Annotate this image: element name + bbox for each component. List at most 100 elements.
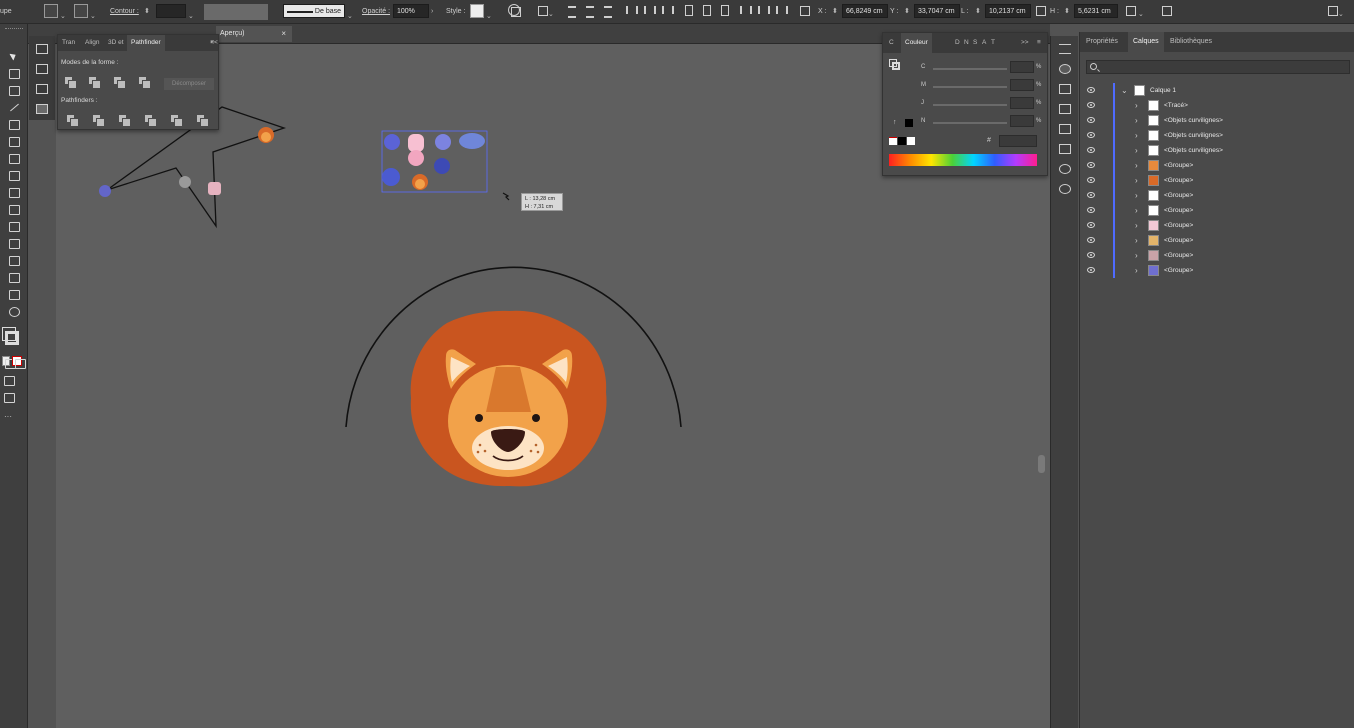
tab-transform[interactable]: Tran (62, 35, 75, 51)
expand-chevron-icon[interactable]: › (1135, 99, 1138, 112)
visibility-eye-icon[interactable] (1087, 117, 1095, 123)
isolate-icon[interactable] (1160, 4, 1172, 20)
visibility-eye-icon[interactable] (1087, 207, 1095, 213)
divide-button[interactable] (67, 115, 79, 127)
visibility-eye-icon[interactable] (1087, 237, 1095, 243)
layer-name[interactable]: <Groupe> (1164, 158, 1193, 173)
panel-collapse-button[interactable]: << ≡ (210, 35, 218, 51)
layer-row[interactable]: › <Tracé> (1080, 98, 1354, 113)
hippo-icon[interactable] (435, 134, 451, 150)
channel-n-slider[interactable] (933, 122, 1007, 124)
layer-name[interactable]: <Objets curvilignes> (1164, 128, 1223, 143)
tab-align[interactable]: Align (85, 35, 99, 51)
visibility-eye-icon[interactable] (1087, 192, 1095, 198)
tab-a[interactable]: A (982, 33, 986, 53)
layer-name[interactable]: <Tracé> (1164, 98, 1188, 113)
color-panel-icon[interactable] (1059, 64, 1071, 74)
layer-name[interactable]: <Groupe> (1164, 263, 1193, 278)
expand-chevron-icon[interactable]: › (1135, 159, 1138, 172)
visibility-eye-icon[interactable] (1087, 267, 1095, 273)
tab-3d[interactable]: 3D et (108, 35, 124, 51)
layer-name[interactable]: <Groupe> (1164, 248, 1193, 263)
tab-n[interactable]: N (964, 33, 969, 53)
tab-s[interactable]: S (973, 33, 977, 53)
bunny-face-icon[interactable] (408, 150, 424, 166)
stroke-panel-icon[interactable] (1059, 124, 1071, 134)
stroke-swatch-icon[interactable] (892, 62, 900, 70)
exclude-button[interactable] (139, 77, 151, 89)
menu-icon[interactable] (1059, 44, 1071, 54)
layer-row[interactable]: ⌄ Calque 1 (1080, 83, 1354, 98)
symbols-panel-icon[interactable] (1059, 144, 1071, 154)
layer-row[interactable]: › <Objets curvilignes> (1080, 113, 1354, 128)
none-swatch[interactable] (889, 137, 897, 145)
tab-c[interactable]: C (889, 33, 894, 53)
visibility-eye-icon[interactable] (1087, 102, 1095, 108)
channel-n-field[interactable] (1010, 115, 1034, 127)
layer-name[interactable]: Calque 1 (1150, 83, 1176, 98)
lion-artwork[interactable] (410, 310, 607, 487)
expand-chevron-icon[interactable]: › (1135, 174, 1138, 187)
layer-row[interactable]: › <Groupe> (1080, 233, 1354, 248)
h-stepper[interactable]: ⬍ (1064, 4, 1070, 20)
out-of-gamut-icon[interactable]: ↑ (893, 119, 897, 126)
expand-chevron-icon[interactable]: › (1135, 234, 1138, 247)
channel-m-field[interactable] (1010, 79, 1034, 91)
unite-button[interactable] (65, 77, 77, 89)
pink-animal-icon[interactable] (208, 182, 221, 195)
animal-icon-6[interactable] (382, 168, 400, 186)
tab-pathfinder[interactable]: Pathfinder (127, 35, 165, 51)
visibility-eye-icon[interactable] (1087, 87, 1095, 93)
expand-chevron-icon[interactable]: › (1135, 144, 1138, 157)
layer-row[interactable]: › <Groupe> (1080, 158, 1354, 173)
blue-animal-icon[interactable] (99, 185, 111, 197)
crop-button[interactable] (145, 115, 157, 127)
panel-collapse-button[interactable]: >> (1021, 33, 1029, 53)
workspace-icon[interactable]: ⌄ (1326, 4, 1344, 20)
bunny-icon[interactable] (408, 134, 424, 152)
expand-chevron-icon[interactable]: › (1135, 249, 1138, 262)
merge-button[interactable] (119, 115, 131, 127)
visibility-eye-icon[interactable] (1087, 147, 1095, 153)
layer-row[interactable]: › <Groupe> (1080, 248, 1354, 263)
minus-back-button[interactable] (197, 115, 209, 127)
animal-icon-1[interactable] (384, 134, 400, 150)
layer-row[interactable]: › <Groupe> (1080, 203, 1354, 218)
elephant-icon[interactable] (459, 133, 485, 149)
appearance-panel-icon[interactable] (1059, 164, 1071, 174)
channel-c-slider[interactable] (933, 68, 1007, 70)
layer-row[interactable]: › <Groupe> (1080, 173, 1354, 188)
visibility-eye-icon[interactable] (1087, 222, 1095, 228)
layers-search-input[interactable] (1086, 60, 1350, 74)
swatches-panel-icon[interactable] (1059, 84, 1071, 94)
layer-name[interactable]: <Groupe> (1164, 203, 1193, 218)
visibility-eye-icon[interactable] (1087, 162, 1095, 168)
channel-j-field[interactable] (1010, 97, 1034, 109)
expand-chevron-icon[interactable]: › (1135, 264, 1138, 277)
h-field[interactable]: 5,6231 cm (1074, 4, 1118, 20)
tab-properties[interactable]: Propriétés (1086, 32, 1118, 52)
brushes-panel-icon[interactable] (1059, 104, 1071, 114)
graphic-styles-panel-icon[interactable] (1059, 184, 1071, 194)
white-swatch[interactable] (907, 137, 915, 145)
tab-libraries[interactable]: Bibliothèques (1170, 32, 1212, 52)
channel-c-field[interactable] (1010, 61, 1034, 73)
black-swatch-2[interactable] (898, 137, 906, 145)
intersect-button[interactable] (114, 77, 126, 89)
layer-row[interactable]: › <Groupe> (1080, 188, 1354, 203)
tab-color[interactable]: Couleur (901, 33, 932, 53)
visibility-eye-icon[interactable] (1087, 177, 1095, 183)
layer-name[interactable]: <Groupe> (1164, 188, 1193, 203)
h-value[interactable]: 5,6231 cm (1074, 4, 1118, 18)
visibility-eye-icon[interactable] (1087, 132, 1095, 138)
expand-button[interactable]: Décomposer (164, 78, 214, 90)
panel-menu-icon[interactable]: ≡ (1037, 33, 1041, 53)
expand-chevron-icon[interactable]: › (1135, 129, 1138, 142)
collapse-chevron-icon[interactable]: ⌄ (1121, 84, 1128, 97)
expand-chevron-icon[interactable]: › (1135, 114, 1138, 127)
grey-animal-icon[interactable] (179, 176, 191, 188)
layer-row[interactable]: › <Objets curvilignes> (1080, 143, 1354, 158)
trim-button[interactable] (93, 115, 105, 127)
layer-row[interactable]: › <Groupe> (1080, 263, 1354, 278)
bear-icon[interactable] (434, 158, 450, 174)
